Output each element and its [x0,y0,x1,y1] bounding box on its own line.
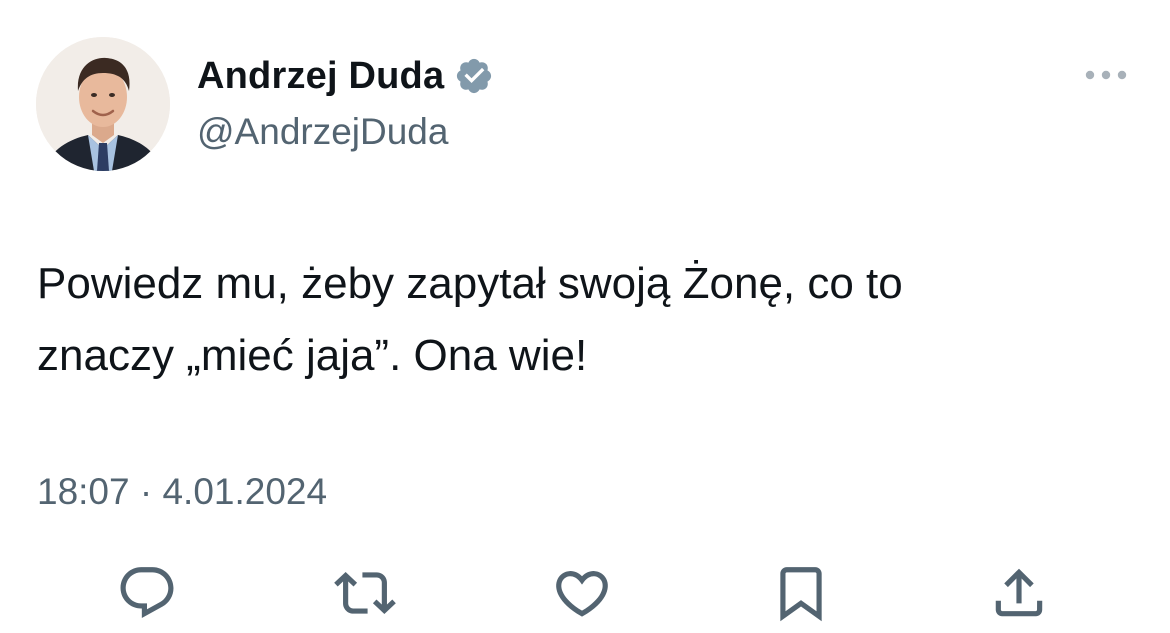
author-display-name[interactable]: Andrzej Duda [197,52,444,100]
verified-badge-icon[interactable] [454,56,494,96]
share-button[interactable] [986,560,1052,626]
tweet-text: Powiedz mu, żeby zapytał swoją Żonę, co … [37,248,1137,392]
tweet-timestamp[interactable]: 18:07 · 4.01.2024 [37,468,327,516]
heart-icon [556,571,608,617]
bookmark-button[interactable] [768,560,834,626]
more-options-button[interactable] [1082,60,1130,90]
author-name-row: Andrzej Duda [197,52,494,100]
tweet-text-line: Powiedz mu, żeby zapytał swoją Żonę, co … [37,259,903,308]
tweet-text-line: znaczy „mieć jaja”. Ona wie! [37,331,588,380]
timestamp-separator: · [139,471,153,512]
share-icon [995,568,1043,617]
tweet-date: 4.01.2024 [162,471,328,512]
tweet-action-bar [0,560,1170,626]
tweet-time: 18:07 [37,471,130,512]
reply-button[interactable] [114,560,180,626]
avatar-portrait [36,37,170,171]
more-dots-icon [1085,70,1127,80]
author-avatar[interactable] [36,37,170,171]
bookmark-icon [780,567,822,622]
reply-icon [120,567,174,619]
retweet-button[interactable] [332,560,398,626]
retweet-icon [334,572,396,614]
author-handle[interactable]: @AndrzejDuda [197,108,448,156]
like-button[interactable] [549,560,615,626]
